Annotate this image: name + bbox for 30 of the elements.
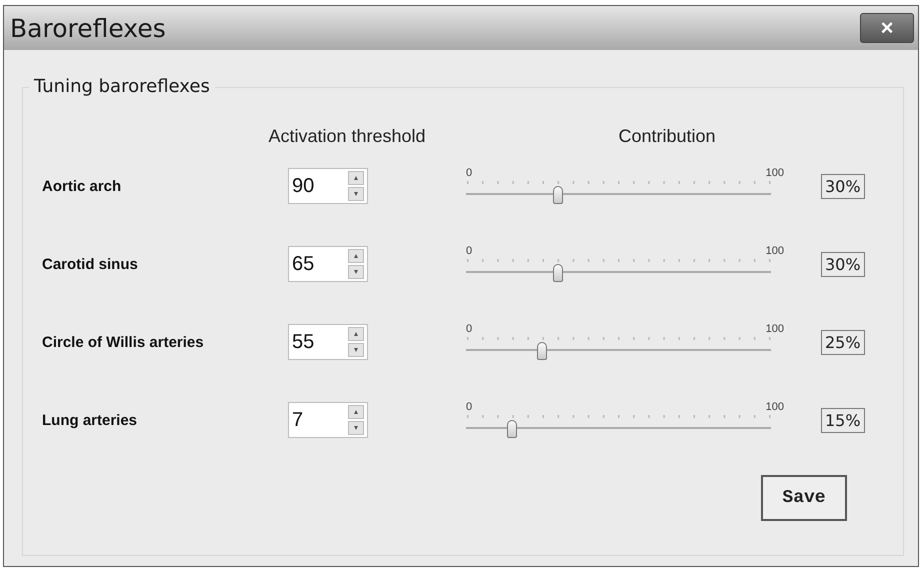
slider-min-label: 0	[466, 323, 472, 335]
slider-max-label: 100	[766, 401, 784, 413]
slider-thumb[interactable]	[552, 264, 562, 282]
number-spinbox[interactable]: 55	[288, 324, 368, 360]
slider-max-label: 100	[766, 167, 784, 179]
number-spinbox[interactable]: 90	[288, 168, 368, 204]
window-title: Baroreflexes	[10, 14, 166, 42]
slider-thumb[interactable]	[552, 186, 562, 204]
row-label: Lung arteries	[41, 412, 138, 428]
column-heading: Activation threshold	[267, 126, 427, 147]
slider-thumb[interactable]	[537, 342, 548, 360]
percent-readout: 30%	[821, 252, 865, 276]
slider-min-label: 0	[466, 401, 472, 413]
row-label: Carotid sinus	[41, 256, 139, 272]
close-button[interactable]: ×	[860, 13, 914, 43]
save-button[interactable]: Save	[761, 475, 847, 521]
row-label: Circle of Willis arteries	[41, 334, 205, 350]
slider-min-label: 0	[466, 245, 472, 257]
slider-max-label: 100	[766, 323, 784, 335]
percent-readout: 15%	[821, 408, 865, 432]
group-title: Tuning baroreflexes	[29, 76, 215, 97]
row-label: Aortic arch	[41, 178, 122, 194]
column-heading: Contribution	[617, 126, 717, 147]
slider-max-label: 100	[766, 245, 784, 257]
number-spinbox[interactable]: 7	[288, 402, 368, 438]
slider-min-label: 0	[466, 167, 472, 179]
percent-readout: 30%	[821, 174, 865, 198]
percent-readout: 25%	[821, 330, 865, 354]
number-spinbox[interactable]: 65	[288, 246, 368, 282]
slider-thumb[interactable]	[506, 420, 517, 438]
